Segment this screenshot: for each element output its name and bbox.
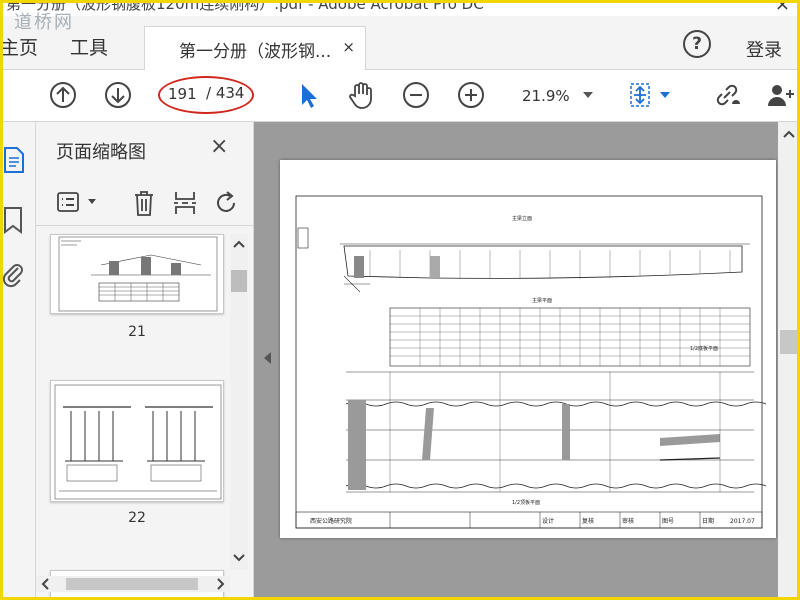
hand-icon[interactable] <box>346 80 376 110</box>
toolbar: 191 / 434 21.9% <box>0 70 800 122</box>
thumbnail-label-21: 21 <box>128 324 146 340</box>
thumbnail-drawing <box>58 236 218 312</box>
thumbnail-drawing <box>54 384 222 500</box>
hscroll-thumb[interactable] <box>66 578 198 590</box>
window-title: 第一分册（波形钢腹板120m连续刚构）.pdf - Adobe Acrobat … <box>6 0 484 13</box>
thumbnail-label-22: 22 <box>128 510 146 526</box>
drawing-date-label: 日期 <box>702 517 714 525</box>
zoom-dropdown-icon[interactable] <box>583 92 593 98</box>
fit-dropdown-icon[interactable] <box>660 92 670 98</box>
engineering-drawing: 西安公路研究院 设计 复核 审核 图号 日期 2017.07 主梁立面 主梁平面… <box>295 195 767 529</box>
zoom-level[interactable]: 21.9% <box>522 87 570 105</box>
panel-close-button[interactable]: × <box>210 134 228 159</box>
drawing-title-plan: 主梁平面 <box>532 297 552 304</box>
drawing-org-label: 西安公路研究院 <box>310 517 352 525</box>
thumbnail-page-22[interactable] <box>50 380 224 502</box>
panel-toolbar <box>36 180 254 226</box>
drawing-title-bottom-plate: 1/2底板平面 <box>690 345 718 352</box>
scroll-right-icon[interactable] <box>214 576 226 592</box>
doc-scroll-thumb[interactable] <box>780 330 798 354</box>
watermark: 道桥网 <box>14 12 74 33</box>
navigation-rail <box>0 122 36 600</box>
scroll-thumb[interactable] <box>231 270 247 292</box>
tab-tools[interactable]: 工具 <box>70 33 108 60</box>
title-bar: 第一分册（波形钢腹板120m连续刚构）.pdf - Adobe Acrobat … <box>0 0 800 16</box>
zoom-out-icon[interactable] <box>401 80 431 110</box>
rotate-icon[interactable] <box>212 189 240 217</box>
tab-close-button[interactable]: × <box>342 38 355 56</box>
panel-title: 页面缩略图 <box>56 142 146 163</box>
attachment-icon[interactable] <box>2 260 24 288</box>
select-cursor-icon[interactable] <box>294 80 324 110</box>
thumbnail-hscrollbar[interactable] <box>36 576 230 592</box>
delete-icon[interactable] <box>132 189 156 217</box>
thumbnail-options-icon[interactable] <box>56 190 82 214</box>
tab-home[interactable]: 主页 <box>0 33 38 60</box>
scroll-down-icon[interactable] <box>230 552 248 564</box>
options-dropdown-icon[interactable] <box>88 199 96 204</box>
zoom-in-icon[interactable] <box>456 80 486 110</box>
collapse-panel-icon[interactable] <box>264 352 271 364</box>
document-scrollbar[interactable] <box>778 122 800 600</box>
tab-document-label: 第一分册（波形钢... <box>179 42 332 62</box>
thumbnail-scrollbar[interactable] <box>230 234 248 570</box>
drawing-title-top-plate: 1/2顶板平面 <box>512 499 540 506</box>
scroll-up-icon[interactable] <box>230 238 248 250</box>
thumbnail-panel: 页面缩略图 × 21 22 <box>36 122 254 600</box>
drawing-review-label: 复核 <box>582 517 594 525</box>
annotation-oval <box>158 76 254 114</box>
page-thumbnails-icon[interactable] <box>2 146 26 174</box>
login-button[interactable]: 登录 <box>746 36 782 62</box>
scroll-left-icon[interactable] <box>40 576 52 592</box>
drawing-sheet-label: 图号 <box>662 518 674 525</box>
window-close-button[interactable]: × <box>775 0 790 15</box>
help-icon[interactable]: ? <box>683 30 711 58</box>
tab-bar: 主页 工具 第一分册（波形钢... × ? 登录 <box>0 16 800 71</box>
add-user-icon[interactable] <box>764 80 794 110</box>
extract-icon[interactable] <box>172 189 198 217</box>
bookmark-icon[interactable] <box>2 206 24 234</box>
drawing-check-label: 审核 <box>622 517 634 525</box>
thumbnail-page-21[interactable] <box>50 234 224 314</box>
arrow-down-circle-icon[interactable] <box>103 80 133 110</box>
pdf-page[interactable]: 西安公路研究院 设计 复核 审核 图号 日期 2017.07 主梁立面 主梁平面… <box>280 160 776 538</box>
drawing-date-value: 2017.07 <box>730 518 755 525</box>
arrow-up-circle-icon[interactable] <box>48 80 78 110</box>
fit-page-icon[interactable] <box>626 80 656 110</box>
link-icon[interactable] <box>712 80 742 110</box>
tab-document[interactable]: 第一分册（波形钢... × <box>144 26 366 71</box>
doc-scroll-up-icon[interactable] <box>778 128 800 140</box>
drawing-title-elevation: 主梁立面 <box>512 215 532 222</box>
drawing-design-label: 设计 <box>542 517 554 525</box>
